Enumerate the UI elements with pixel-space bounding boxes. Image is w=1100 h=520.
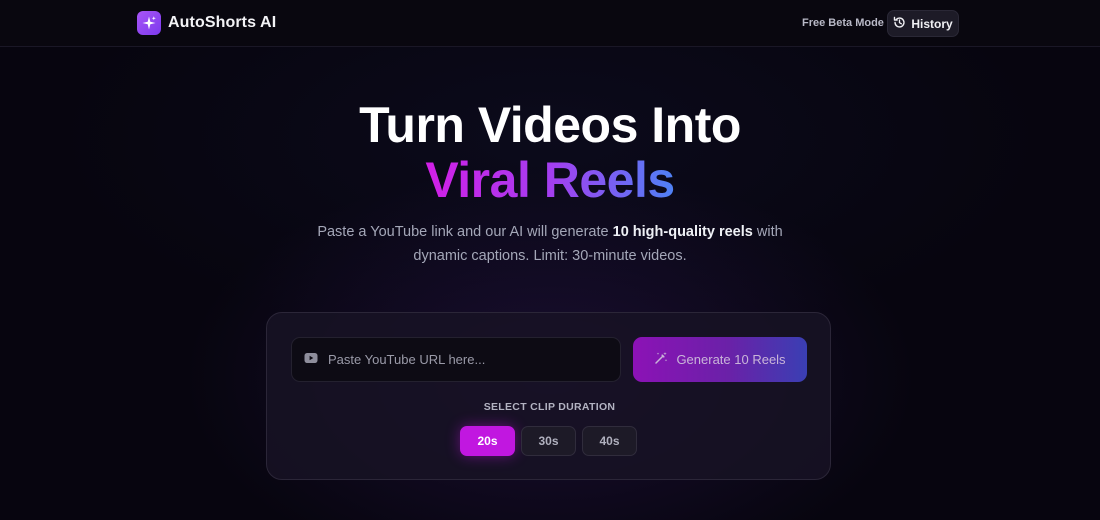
duration-20s-button[interactable]: 20s [460,426,515,456]
history-button[interactable]: History [887,10,959,37]
generate-reels-button[interactable]: Generate 10 Reels [633,337,807,382]
url-input-wrapper[interactable] [291,337,621,382]
hero-subtitle: Paste a YouTube link and our AI will gen… [0,220,1100,268]
subtitle-text-line2: dynamic captions. Limit: 30-minute video… [413,248,687,264]
youtube-url-input[interactable] [328,352,608,367]
hero-title-line2: Viral Reels [0,151,1100,209]
subtitle-text-bold: 10 high-quality reels [612,224,753,240]
hero-title-gradient-text: Viral Reels [425,152,675,208]
subtitle-text-pre: Paste a YouTube link and our AI will gen… [317,224,613,240]
youtube-icon [304,351,318,369]
app-name: AutoShorts AI [168,14,277,31]
sparkles-icon [137,11,161,35]
top-navbar: AutoShorts AI Free Beta Mode History [0,0,1100,47]
beta-mode-label: Free Beta Mode [802,17,884,29]
magic-wand-icon [654,351,668,368]
generate-label: Generate 10 Reels [676,352,786,367]
clip-duration-label: SELECT CLIP DURATION [483,401,616,413]
history-icon [893,16,906,32]
hero-title-line1: Turn Videos Into [359,97,741,153]
history-label: History [911,16,953,31]
duration-selector: 20s 30s 40s [460,426,637,456]
brand[interactable]: AutoShorts AI [137,11,276,35]
duration-30s-button[interactable]: 30s [521,426,576,456]
duration-40s-button[interactable]: 40s [582,426,637,456]
generate-card: Generate 10 Reels SELECT CLIP DURATION 2… [266,312,831,480]
subtitle-text-post: with [752,224,783,240]
